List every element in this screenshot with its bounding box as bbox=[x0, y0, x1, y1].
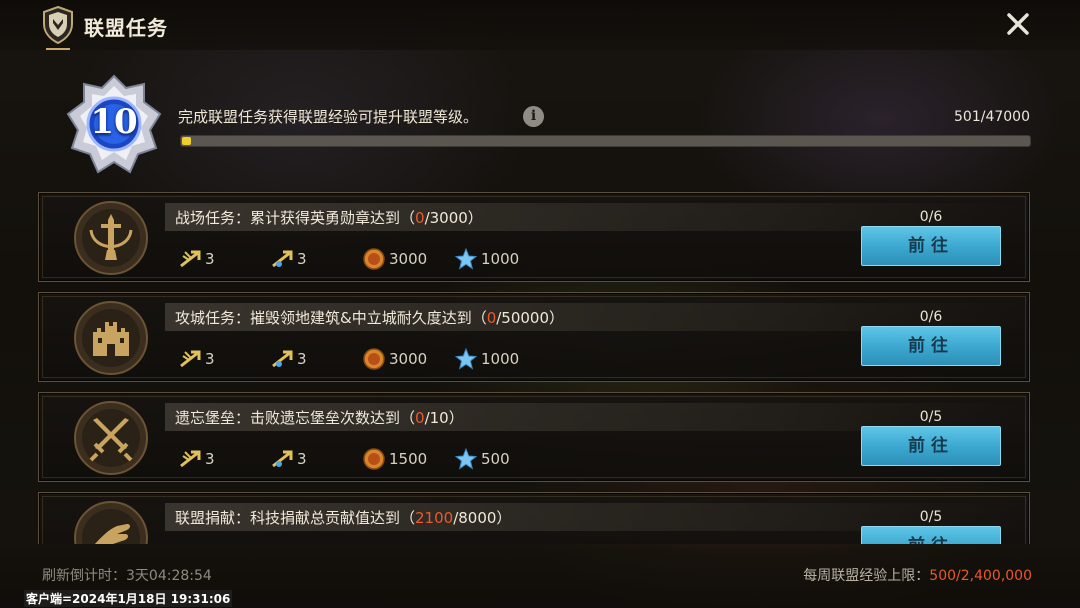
alliance-xp-progress-fill bbox=[182, 137, 191, 145]
task-title: 遗忘堡垒：击败遗忘堡垒次数达到（0/10） bbox=[175, 409, 464, 427]
task-progress-count: 0/6 bbox=[919, 209, 943, 225]
alliance-shield-icon bbox=[43, 6, 73, 44]
reward-amount: 3000 bbox=[389, 350, 428, 368]
alliance-xp-progress-bar bbox=[180, 135, 1031, 147]
task-current-value: 0 bbox=[415, 409, 425, 427]
weekly-xp-limit-value: 500/2,400,000 bbox=[929, 568, 1032, 584]
task-list[interactable]: 战场任务：累计获得英勇勋章达到（0/3000） 3 3 3000 1000 0/… bbox=[38, 192, 1030, 544]
wing-arrow-icon bbox=[180, 250, 201, 268]
task-current-value: 2100 bbox=[415, 509, 454, 527]
star-icon bbox=[455, 448, 477, 470]
reward-amount: 500 bbox=[481, 450, 510, 468]
coin-icon bbox=[363, 348, 385, 370]
alliance-level-badge: 10 bbox=[64, 74, 164, 178]
task-progress-count: 0/6 bbox=[919, 309, 943, 325]
reward-amount: 1500 bbox=[389, 450, 428, 468]
title-bar: 联盟任务 bbox=[0, 0, 1080, 50]
task-progress-count: 0/5 bbox=[919, 509, 943, 525]
task-progress-count: 0/5 bbox=[919, 409, 943, 425]
task-current-value: 0 bbox=[415, 209, 425, 227]
reward-amount: 3 bbox=[297, 350, 307, 368]
wing-arrow-blue-icon bbox=[272, 250, 293, 268]
coin-icon bbox=[363, 248, 385, 270]
castle-icon bbox=[74, 301, 148, 375]
task-title: 联盟捐献：科技捐献总贡献值达到（2100/8000） bbox=[175, 509, 512, 527]
reward-amount: 3 bbox=[297, 250, 307, 268]
page-title: 联盟任务 bbox=[84, 16, 168, 40]
alliance-level-number: 10 bbox=[90, 102, 138, 142]
reward-amount: 3 bbox=[205, 450, 215, 468]
reward-amount: 3 bbox=[205, 350, 215, 368]
close-icon[interactable] bbox=[1002, 8, 1034, 40]
wing-arrow-blue-icon bbox=[272, 350, 293, 368]
hand-icon bbox=[74, 501, 148, 544]
reward-amount: 3 bbox=[297, 450, 307, 468]
task-card-siege: 攻城任务：摧毁领地建筑&中立城耐久度达到（0/50000） 3 3 3000 1… bbox=[38, 292, 1030, 382]
reward-amount: 3 bbox=[205, 250, 215, 268]
crossed-swords-icon bbox=[74, 401, 148, 475]
star-icon bbox=[455, 248, 477, 270]
client-timestamp: 客户端=2024年1月18日 19:31:06 bbox=[24, 590, 233, 607]
go-button[interactable]: 前往 bbox=[861, 426, 1001, 466]
weekly-xp-limit: 每周联盟经验上限：500/2,400,000 bbox=[803, 568, 1032, 584]
task-card-forgotten-fortress: 遗忘堡垒：击败遗忘堡垒次数达到（0/10） 3 3 1500 500 0/5 前… bbox=[38, 392, 1030, 482]
alliance-task-description: 完成联盟任务获得联盟经验可提升联盟等级。 bbox=[178, 108, 479, 126]
coin-icon bbox=[363, 448, 385, 470]
sword-emblem-icon bbox=[74, 201, 148, 275]
star-icon bbox=[455, 348, 477, 370]
task-current-value: 0 bbox=[486, 309, 497, 327]
task-title: 攻城任务：摧毁领地建筑&中立城耐久度达到（0/50000） bbox=[175, 309, 565, 327]
reward-amount: 1000 bbox=[481, 250, 520, 268]
wing-arrow-icon bbox=[180, 450, 201, 468]
task-title: 战场任务：累计获得英勇勋章达到（0/3000） bbox=[175, 209, 483, 227]
reward-amount: 1000 bbox=[481, 350, 520, 368]
refresh-countdown-time: 3天04:28:54 bbox=[126, 568, 212, 584]
title-underline bbox=[46, 48, 70, 50]
alliance-xp-text: 501/47000 bbox=[954, 109, 1030, 125]
refresh-countdown: 刷新倒计时：3天04:28:54 bbox=[42, 568, 212, 584]
go-button[interactable]: 前往 bbox=[861, 326, 1001, 366]
wing-arrow-icon bbox=[180, 350, 201, 368]
task-card-battlefield: 战场任务：累计获得英勇勋章达到（0/3000） 3 3 3000 1000 0/… bbox=[38, 192, 1030, 282]
task-card-donation: 联盟捐献：科技捐献总贡献值达到（2100/8000） 0/5 前往 bbox=[38, 492, 1030, 544]
go-button[interactable]: 前往 bbox=[861, 526, 1001, 544]
go-button[interactable]: 前往 bbox=[861, 226, 1001, 266]
info-icon[interactable]: i bbox=[523, 106, 544, 127]
wing-arrow-blue-icon bbox=[272, 450, 293, 468]
reward-amount: 3000 bbox=[389, 250, 428, 268]
